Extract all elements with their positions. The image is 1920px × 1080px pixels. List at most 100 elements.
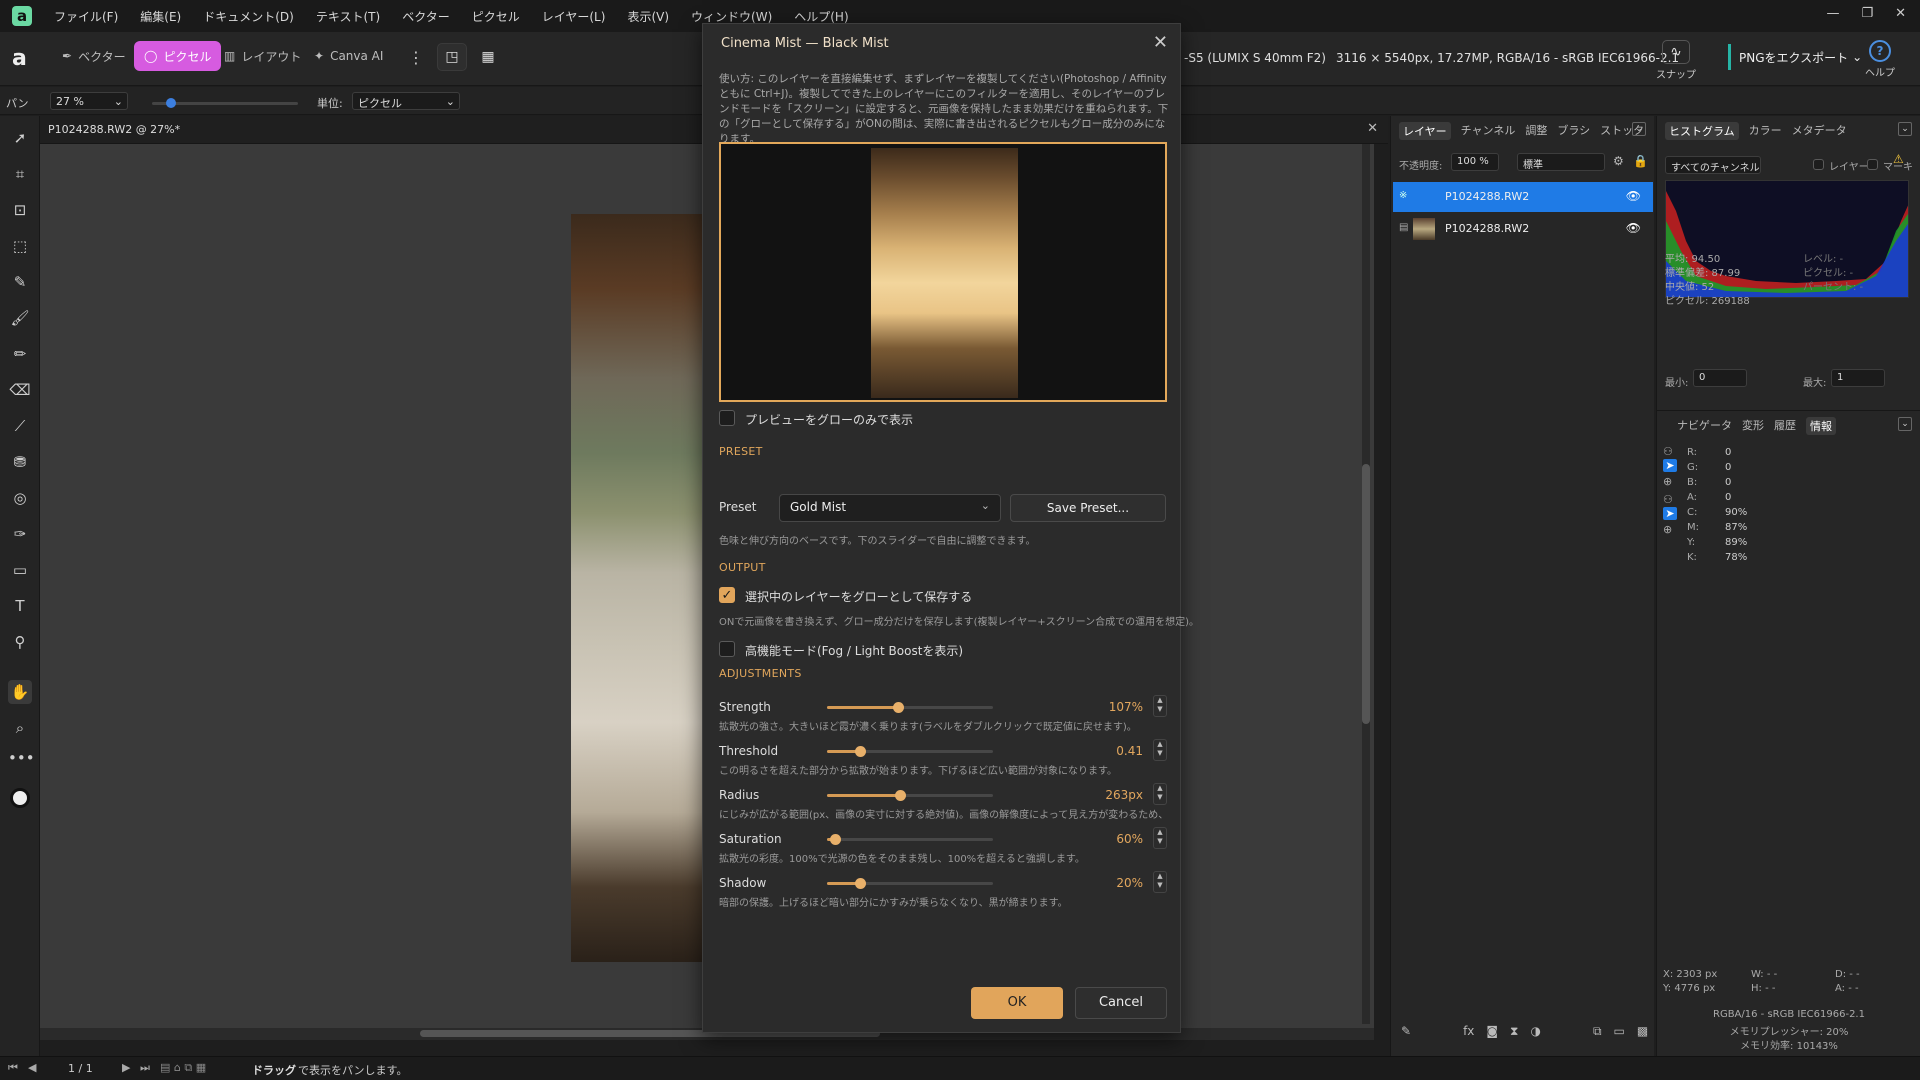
tab-adjustments[interactable]: 調整: [1525, 122, 1547, 140]
tab-navigator[interactable]: ナビゲータ: [1677, 417, 1732, 435]
more-icon[interactable]: ⋮: [408, 48, 424, 67]
pointer-icon[interactable]: ➤: [1663, 507, 1677, 520]
shadow-value[interactable]: 20%: [1116, 876, 1143, 890]
ok-button[interactable]: OK: [971, 987, 1063, 1019]
strength-spinner[interactable]: ▲ ▼: [1153, 695, 1167, 717]
radius-spinner[interactable]: ▲ ▼: [1153, 783, 1167, 805]
threshold-label[interactable]: Threshold: [719, 744, 778, 758]
add-pixel-layer-icon[interactable]: ⧉: [1593, 1024, 1602, 1048]
dialog-close-icon[interactable]: ✕: [1153, 32, 1168, 53]
cancel-button[interactable]: Cancel: [1075, 987, 1167, 1019]
crop-tool-icon[interactable]: ⌗: [8, 162, 32, 186]
grid-icon[interactable]: ▦: [473, 43, 503, 71]
threshold-value[interactable]: 0.41: [1116, 744, 1143, 758]
layer-row-1[interactable]: ※ P1024288.RW2 👁: [1393, 182, 1653, 212]
edit-layer-icon[interactable]: ✎: [1401, 1024, 1411, 1048]
zoom-select[interactable]: 27 % ⌄: [50, 92, 128, 110]
persona-layout[interactable]: ▥ レイアウト: [214, 41, 311, 71]
tab-color[interactable]: カラー: [1749, 122, 1782, 140]
radius-value[interactable]: 263px: [1105, 788, 1143, 802]
snap-button[interactable]: ∿ スナップ: [1656, 40, 1696, 81]
saturation-slider-knob[interactable]: [830, 834, 842, 845]
marquee-tool-icon[interactable]: ⬚: [8, 234, 32, 258]
shadow-label[interactable]: Shadow: [719, 876, 766, 890]
visibility-eye-icon[interactable]: 👁: [1626, 221, 1641, 235]
last-page-icon[interactable]: ⏭: [140, 1061, 150, 1075]
assistant-icon[interactable]: ◳: [437, 43, 467, 71]
layer-name[interactable]: P1024288.RW2: [1445, 190, 1529, 203]
shadow-slider-knob[interactable]: [855, 878, 867, 889]
affinity-icon[interactable]: a: [12, 46, 27, 71]
help-button[interactable]: ? ヘルプ: [1860, 40, 1900, 79]
first-page-icon[interactable]: ⏮: [8, 1061, 18, 1075]
visibility-eye-icon[interactable]: 👁: [1626, 189, 1641, 203]
menu-vector[interactable]: ベクター: [402, 8, 450, 25]
channel-select[interactable]: すべてのチャンネル: [1665, 156, 1761, 174]
next-page-icon[interactable]: ▶: [122, 1061, 130, 1074]
saturation-label[interactable]: Saturation: [719, 832, 782, 846]
radius-slider-knob[interactable]: [895, 790, 907, 801]
document-tab[interactable]: P1024288.RW2 @ 27%*: [48, 123, 180, 136]
saturation-spinner[interactable]: ▲ ▼: [1153, 827, 1167, 849]
advanced-mode-checkbox[interactable]: [719, 641, 735, 657]
page-view-icons[interactable]: ▤ ⌂ ⧉ ▦: [160, 1061, 206, 1075]
max-input[interactable]: 1: [1831, 369, 1885, 387]
tab-metadata[interactable]: メタデータ: [1792, 122, 1847, 140]
unit-select[interactable]: ピクセル ⌄: [352, 92, 460, 110]
layer-name[interactable]: P1024288.RW2: [1445, 222, 1529, 235]
warning-icon[interactable]: ⚠: [1893, 152, 1904, 166]
adjust-icon[interactable]: ⧗: [1510, 1024, 1518, 1048]
tab-channels[interactable]: チャンネル: [1461, 122, 1516, 140]
prev-page-icon[interactable]: ◀: [28, 1061, 36, 1074]
pointer-icon[interactable]: ➤: [1663, 459, 1677, 472]
clone-stamp-icon[interactable]: ⛃: [8, 450, 32, 474]
zoom-slider-knob[interactable]: [166, 98, 176, 108]
strength-slider-knob[interactable]: [893, 702, 905, 713]
threshold-spinner[interactable]: ▲ ▼: [1153, 739, 1167, 761]
flood-select-icon[interactable]: ✎: [8, 270, 32, 294]
tab-info[interactable]: 情報: [1806, 417, 1836, 435]
lock-icon[interactable]: 🔒: [1633, 154, 1648, 168]
save-preset-button[interactable]: Save Preset...: [1010, 494, 1166, 522]
opacity-select[interactable]: 100 %: [1451, 153, 1499, 171]
tab-transform[interactable]: 変形: [1742, 417, 1764, 435]
panel-menu-icon[interactable]: ⌄: [1632, 122, 1646, 136]
zoom-tool-icon[interactable]: ⌕: [8, 716, 32, 740]
checker-icon[interactable]: ▩: [1637, 1024, 1648, 1048]
target-icon[interactable]: ⊕: [1663, 475, 1672, 488]
vertical-scroll-thumb[interactable]: [1362, 464, 1370, 724]
panel-menu-icon[interactable]: ⌄: [1898, 417, 1912, 431]
strength-value[interactable]: 107%: [1109, 700, 1143, 714]
text-tool-icon[interactable]: T: [8, 594, 32, 618]
settings-gear-icon[interactable]: ⚙: [1613, 154, 1624, 168]
menu-view[interactable]: 表示(V): [627, 8, 669, 25]
selection-tool-icon[interactable]: ⊡: [8, 198, 32, 222]
marquee-checkbox[interactable]: [1867, 159, 1878, 170]
min-input[interactable]: 0: [1693, 369, 1747, 387]
rectangle-tool-icon[interactable]: ▭: [8, 558, 32, 582]
sampler-icon[interactable]: ⚇: [1663, 493, 1673, 506]
export-png-button[interactable]: PNGをエクスポート ⌄: [1728, 44, 1870, 70]
pen-tool-icon[interactable]: ✑: [8, 522, 32, 546]
glow-only-preview-checkbox[interactable]: [719, 410, 735, 426]
preset-select[interactable]: Gold Mist ⌄: [779, 494, 1001, 522]
pencil-icon[interactable]: ✏: [8, 342, 32, 366]
menu-layer[interactable]: レイヤー(L): [542, 8, 606, 25]
save-as-glow-checkbox[interactable]: ✓: [719, 587, 735, 603]
menu-edit[interactable]: 編集(E): [140, 8, 181, 25]
persona-canva-ai[interactable]: ✦ Canva AI: [304, 41, 393, 71]
saturation-value[interactable]: 60%: [1116, 832, 1143, 846]
radius-slider[interactable]: [827, 790, 993, 801]
tab-brushes[interactable]: ブラシ: [1557, 122, 1590, 140]
dodge-brush-icon[interactable]: ⟋: [8, 414, 32, 438]
menu-text[interactable]: テキスト(T): [316, 8, 380, 25]
menu-pixel[interactable]: ピクセル: [472, 8, 520, 25]
persona-vector[interactable]: ✒ ベクター: [52, 41, 136, 71]
target-icon[interactable]: ⊕: [1663, 523, 1672, 536]
tab-history[interactable]: 履歴: [1774, 417, 1796, 435]
saturation-slider[interactable]: [827, 834, 993, 845]
menu-file[interactable]: ファイル(F): [54, 8, 118, 25]
menu-document[interactable]: ドキュメント(D): [203, 8, 294, 25]
live-filter-icon[interactable]: ◑: [1530, 1024, 1540, 1048]
move-tool-icon[interactable]: ➚: [8, 126, 32, 150]
